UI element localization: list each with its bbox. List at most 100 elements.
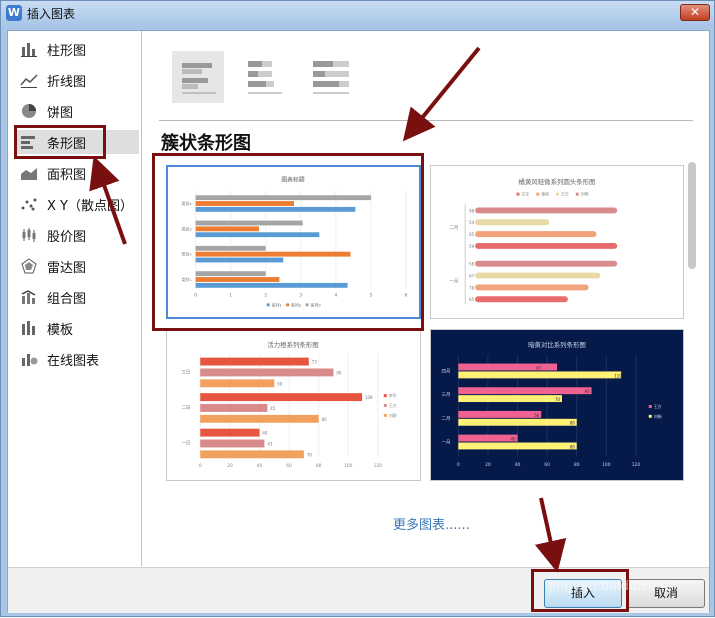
x-tick-label: 120 [632, 462, 641, 468]
legend-label: 刘畅 [654, 414, 662, 419]
scatter-chart-icon [20, 196, 38, 212]
bar [458, 395, 562, 403]
sidebar-item-radar[interactable]: 雷达图 [14, 254, 139, 278]
data-label: 45 [270, 406, 276, 411]
sidebar-item-combo[interactable]: 组合图 [14, 285, 139, 309]
x-tick-label: 5 [370, 293, 373, 299]
more-charts-link[interactable]: 更多图表...... [393, 514, 470, 533]
data-label: 80 [570, 444, 576, 449]
bar [195, 257, 284, 263]
column-chart-icon [20, 41, 38, 57]
x-tick-label: 100 [344, 463, 353, 469]
sidebar-item-label: 饼图 [47, 105, 74, 121]
clustered-bar-subtype[interactable] [172, 51, 224, 103]
data-label: 56 [534, 413, 540, 418]
template-card-orange-rounded[interactable]: 橘黄风轻微系列圆头条形图 文东 章韵 王方 刘畅 98 54 85 59 58 … [430, 165, 684, 319]
legend-label: 李华 [389, 393, 397, 398]
group-label: 二月 [442, 416, 451, 422]
data-label: 59 [469, 244, 475, 249]
legend-swatch [383, 404, 387, 407]
sidebar-item-pie[interactable]: 饼图 [14, 99, 139, 123]
x-tick-label: 2 [264, 293, 267, 299]
bar [458, 410, 542, 418]
data-label: 110 [614, 373, 622, 378]
bar [200, 379, 275, 388]
sidebar-item-online[interactable]: 在线图表 [14, 347, 139, 371]
bar [458, 442, 577, 450]
card-chart-title: 活力橙系列条形图 [267, 340, 318, 349]
x-tick-label: 0 [194, 293, 197, 299]
sidebar-item-template[interactable]: 模板 [14, 316, 139, 340]
sidebar-item-column[interactable]: 柱形图 [14, 37, 139, 61]
legend-swatch [556, 192, 559, 196]
data-label: 40 [511, 437, 517, 442]
sidebar-item-bar[interactable]: 条形图 [14, 130, 139, 154]
legend-swatch [286, 303, 290, 307]
bar [200, 368, 334, 377]
stacked-bar-subtype[interactable] [238, 51, 290, 103]
section-title: 簇状条形图 [161, 133, 251, 154]
radar-chart-icon [20, 258, 38, 274]
data-label: 109 [365, 395, 373, 400]
bar [195, 251, 351, 257]
legend-label: 刘刚 [389, 413, 397, 418]
x-tick-label: 0 [457, 462, 460, 468]
online-chart-icon [20, 351, 38, 367]
x-tick-label: 4 [334, 293, 337, 299]
data-label: 50 [277, 381, 283, 386]
scrollbar-thumb[interactable] [688, 162, 696, 269]
sidebar-item-area[interactable]: 面积图 [14, 161, 139, 185]
legend-swatch [516, 192, 520, 196]
data-label: 54 [469, 220, 475, 225]
bar [458, 434, 518, 442]
legend-swatch [648, 405, 652, 408]
data-label: 67 [536, 365, 542, 370]
sidebar-item-label: 模板 [47, 322, 74, 338]
percent-stacked-bar-subtype[interactable] [303, 51, 355, 103]
x-tick-label: 20 [485, 462, 491, 468]
category-label: 类别1 [181, 277, 192, 282]
sidebar-item-label: X Y（散点图） [47, 198, 133, 214]
legend-swatch [575, 192, 579, 196]
category-label: 类别4 [181, 201, 192, 206]
card-chart-title: 图表标题 [281, 176, 304, 184]
bar [195, 245, 266, 251]
group-label: 二月 [449, 225, 458, 231]
data-label: 80 [570, 421, 576, 426]
bar [458, 418, 577, 426]
group-label: 一月 [449, 278, 458, 284]
data-label: 70 [555, 397, 561, 402]
sidebar-item-label: 在线图表 [47, 353, 100, 369]
template-card-default[interactable]: 图表标题 类别4 类别3 类别2 类别1 0 1 2 3 4 5 6 系列1 系… [166, 165, 421, 319]
template-scrollbar[interactable] [686, 162, 698, 480]
group-label: 三日 [181, 369, 190, 375]
sidebar-item-line[interactable]: 折线图 [14, 68, 139, 92]
close-button[interactable]: ✕ [680, 4, 710, 21]
bar [458, 363, 557, 371]
template-card-dark-contrast[interactable]: 暗黄对比系列条形图 67 110 90 70 56 80 40 80 四月 三月… [430, 329, 684, 481]
area-chart-icon [20, 165, 38, 181]
data-label: 98 [469, 208, 475, 213]
template-card-vibrant-orange[interactable]: 活力橙系列条形图 73 90 50 109 45 80 40 43 70 三日 … [166, 329, 421, 481]
legend-swatch [648, 414, 652, 418]
legend-label: 王方 [389, 403, 397, 408]
category-label: 类别3 [181, 226, 192, 231]
x-tick-label: 80 [574, 462, 580, 468]
sidebar-item-stock[interactable]: 股价图 [14, 223, 139, 247]
bar [195, 282, 348, 288]
bar [195, 220, 303, 226]
bar [200, 439, 265, 448]
group-label: 一月 [442, 439, 451, 445]
sidebar-item-label: 柱形图 [47, 43, 87, 59]
combo-chart-icon [20, 289, 38, 305]
legend-label: 王方 [654, 404, 662, 409]
x-tick-label: 0 [199, 463, 202, 469]
legend-swatch [383, 413, 387, 417]
bar [195, 195, 371, 201]
data-label: 80 [322, 417, 328, 422]
sidebar-item-scatter[interactable]: X Y（散点图） [14, 192, 139, 216]
title-bar: W 插入图表 ✕ [1, 1, 714, 25]
sidebar-item-label: 雷达图 [47, 260, 87, 276]
legend-swatch [383, 394, 387, 398]
card-chart-title: 暗黄对比系列条形图 [528, 340, 586, 349]
